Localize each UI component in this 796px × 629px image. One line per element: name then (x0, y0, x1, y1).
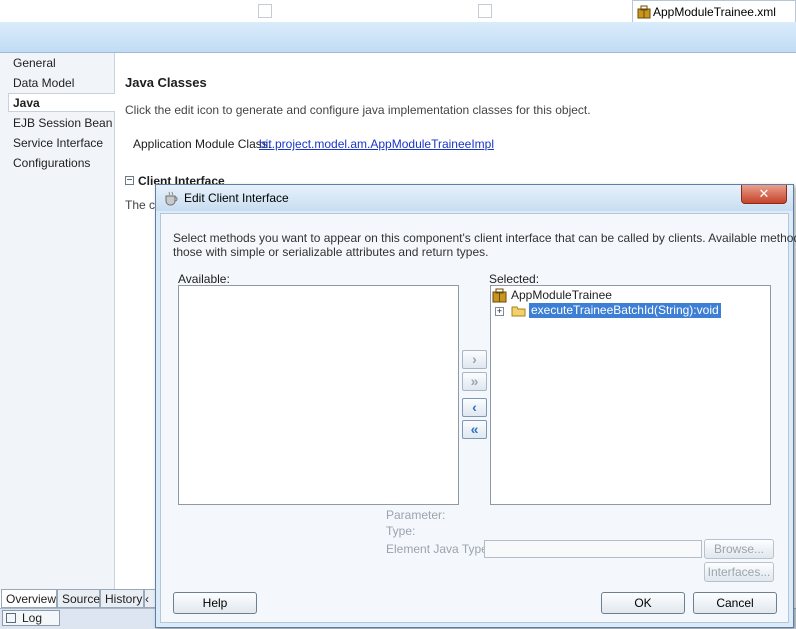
app-module-class-label: Application Module Class: (133, 137, 272, 151)
interfaces-button[interactable]: Interfaces... (704, 562, 774, 582)
element-java-type-field[interactable] (484, 540, 702, 558)
expand-icon[interactable]: + (495, 307, 504, 316)
selected-label: Selected: (489, 272, 540, 286)
element-java-type-label: Element Java Type: (386, 542, 492, 556)
dialog-title: Edit Client Interface (184, 191, 289, 205)
tree-item-selected[interactable]: executeTraineeBatchId(String):void (529, 303, 721, 318)
log-icon (6, 613, 16, 623)
browse-button[interactable]: Browse... (704, 539, 774, 559)
instructions-line-2: those with simple or serializable attrib… (173, 245, 489, 259)
instructions-line-1: Select methods you want to appear on thi… (173, 231, 796, 245)
section-description: Click the edit icon to generate and conf… (125, 103, 591, 117)
nav-item-ejb-session-bean[interactable]: EJB Session Bean (13, 116, 112, 130)
nav-item-general[interactable]: General (13, 56, 56, 70)
available-list[interactable] (178, 285, 459, 505)
tab-history[interactable]: History (100, 589, 144, 608)
help-button[interactable]: Help (173, 592, 257, 614)
folder-icon (511, 306, 526, 317)
faded-tab[interactable] (6, 4, 66, 18)
app-module-class-link[interactable]: bit.project.model.am.AppModuleTraineeImp… (259, 137, 494, 151)
close-button[interactable]: ✕ (741, 185, 787, 204)
move-all-right-button[interactable]: » (462, 372, 487, 391)
move-right-button[interactable]: › (462, 350, 487, 369)
tab-source[interactable]: Source (57, 589, 100, 608)
client-interface-text: The cl (125, 198, 158, 212)
type-label: Type: (386, 524, 416, 538)
application-module-icon (492, 288, 507, 303)
cancel-button[interactable]: Cancel (693, 592, 777, 614)
selected-tree[interactable]: AppModuleTrainee + executeTraineeBatchId… (490, 285, 771, 505)
edit-client-interface-dialog: Edit Client Interface ✕ Select methods y… (155, 184, 796, 628)
application-module-icon (637, 5, 651, 19)
jdeveloper-cup-icon (165, 191, 178, 206)
nav-item-service-interface[interactable]: Service Interface (13, 136, 103, 150)
dialog-body: Select methods you want to appear on thi… (160, 213, 796, 623)
tab-overview[interactable]: Overview (1, 589, 57, 608)
available-label: Available: (178, 272, 230, 286)
move-all-left-button[interactable]: « (462, 420, 487, 439)
nav-item-data-model[interactable]: Data Model (13, 76, 74, 90)
log-label: Log (22, 611, 43, 625)
ok-button[interactable]: OK (601, 592, 685, 614)
editor-tab-strip: AppModuleTrainee.xml (0, 0, 796, 23)
nav-item-configurations[interactable]: Configurations (13, 156, 90, 170)
tab-label: AppModuleTrainee.xml (653, 5, 776, 19)
move-left-button[interactable]: ‹ (462, 398, 487, 417)
tree-root-label[interactable]: AppModuleTrainee (511, 288, 612, 302)
faded-tab[interactable] (140, 4, 200, 18)
collapse-icon[interactable]: − (125, 176, 134, 186)
log-tab[interactable]: Log (2, 610, 60, 626)
tab-appmoduletrainee-xml[interactable]: AppModuleTrainee.xml (632, 0, 796, 22)
document-icon (258, 4, 272, 18)
editor-toolbar (0, 22, 796, 53)
document-icon (478, 4, 492, 18)
parameter-label: Parameter: (386, 508, 446, 522)
nav-item-java[interactable]: Java (13, 96, 40, 110)
section-title: Java Classes (125, 75, 207, 90)
dialog-title-bar[interactable]: Edit Client Interface ✕ (156, 185, 793, 211)
overview-navigator (0, 53, 115, 593)
